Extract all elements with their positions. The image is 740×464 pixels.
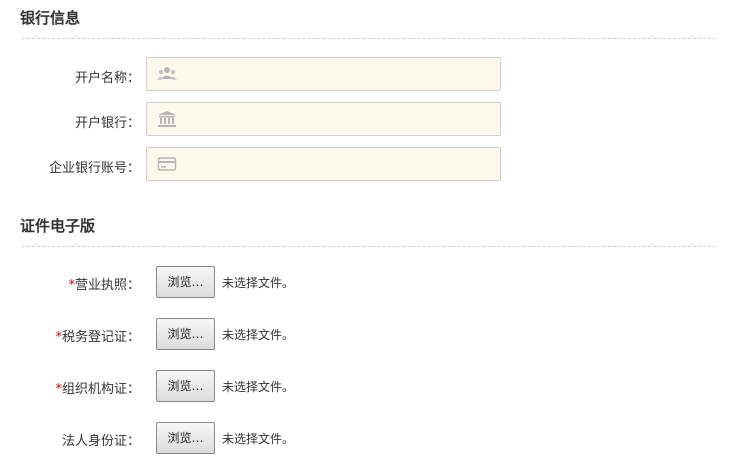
org-code-label-text: 组织机构证： [61,382,140,397]
org-code-label: *组织机构证： [55,378,140,397]
bank-account-field[interactable] [146,147,501,182]
bank-name-label: 开户银行： [74,116,140,131]
bank-section-divider [22,38,716,39]
cert-section-divider [22,246,716,247]
business-license-label: *营业执照： [68,274,140,293]
account-name-input[interactable] [183,58,497,92]
tax-registration-file-status: 未选择文件。 [222,328,295,342]
bank-name-input[interactable] [183,103,497,137]
account-name-label: 开户名称： [74,71,140,86]
legal-id-file-status: 未选择文件。 [222,432,295,446]
bank-section-title: 银行信息 [20,9,81,27]
legal-id-browse-button[interactable]: 浏览… [156,422,215,454]
bank-account-input[interactable] [183,148,497,182]
tax-registration-browse-button[interactable]: 浏览… [156,318,215,350]
bank-icon [157,111,177,127]
org-code-browse-button[interactable]: 浏览… [156,370,215,402]
bank-name-field[interactable] [146,102,501,137]
business-license-label-text: 营业执照： [74,278,140,293]
legal-id-label: 法人身份证： [62,430,140,449]
bank-account-label: 企业银行账号： [48,161,140,176]
card-icon [157,156,177,172]
org-code-file-status: 未选择文件。 [222,380,295,394]
tax-registration-label: *税务登记证： [55,326,140,345]
cert-section-title: 证件电子版 [20,217,96,235]
users-icon [157,66,177,82]
tax-registration-label-text: 税务登记证： [61,330,140,345]
legal-id-label-text: 法人身份证： [61,434,140,449]
business-license-browse-button[interactable]: 浏览… [156,266,215,298]
business-license-file-status: 未选择文件。 [222,276,295,290]
account-name-field[interactable] [146,57,501,92]
